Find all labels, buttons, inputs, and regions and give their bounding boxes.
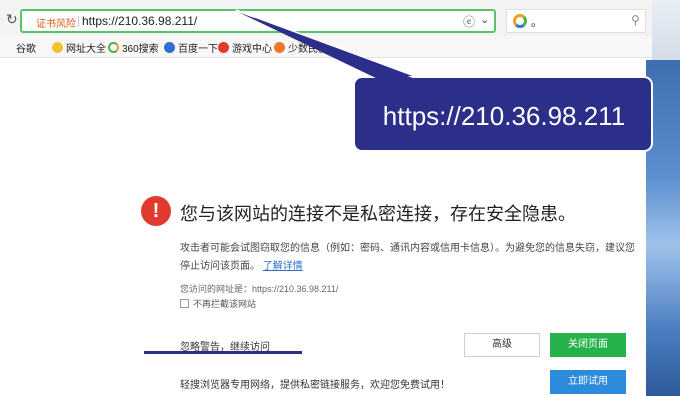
dont-block-label: 不再拦截该网站 bbox=[193, 299, 257, 309]
bookmark-label: 网址大全 bbox=[66, 43, 106, 55]
url-text[interactable]: https://210.36.98.211/ bbox=[82, 14, 197, 28]
visited-url-text: 您访问的网址是：https://210.36.98.211/ bbox=[180, 284, 339, 294]
desktop-background-top bbox=[652, 0, 680, 60]
close-page-button[interactable]: 关闭页面 bbox=[550, 333, 626, 357]
warning-description: 攻击者可能会试图窃取您的信息（例如：密码、通讯内容或信用卡信息）。为避免您的信息… bbox=[180, 240, 642, 276]
warning-icon: ! bbox=[141, 196, 171, 226]
callout-text: https://210.36.98.211 bbox=[382, 101, 626, 131]
refresh-icon[interactable]: ↻ bbox=[6, 11, 18, 28]
annotation-underline bbox=[144, 351, 302, 354]
dont-block-checkbox-row[interactable]: 不再拦截该网站 bbox=[180, 297, 256, 310]
360-icon bbox=[108, 41, 119, 53]
desktop-background bbox=[646, 60, 680, 396]
bookmark-item[interactable]: 游戏中心 bbox=[218, 39, 272, 55]
bookmark-item[interactable]: 百度一下 bbox=[164, 39, 218, 55]
dont-block-checkbox[interactable] bbox=[180, 299, 189, 308]
compat-mode-icon[interactable]: ⓔ bbox=[463, 13, 475, 30]
bookmark-item[interactable]: 谷歌 bbox=[16, 39, 36, 109]
search-engine-logo-icon[interactable] bbox=[513, 14, 527, 28]
paw-icon bbox=[164, 41, 175, 53]
search-input[interactable]: 。 ⚲ bbox=[506, 9, 646, 33]
address-separator bbox=[78, 16, 79, 27]
bookmark-label: 360搜索 bbox=[122, 43, 159, 55]
browser-toolbar: ↻ 证书风险 https://210.36.98.211/ ⓔ ⌄ 。 ⚲ bbox=[0, 0, 652, 36]
bookmark-item[interactable]: 360搜索 bbox=[108, 39, 159, 55]
try-now-button[interactable]: 立即试用 bbox=[550, 370, 626, 394]
bookmark-item[interactable]: 网址大全 bbox=[52, 39, 106, 55]
bookmark-item[interactable]: 少数民族 bbox=[274, 39, 328, 55]
game-icon bbox=[218, 41, 229, 53]
bookmark-label: 少数民族 bbox=[288, 43, 328, 55]
learn-more-link[interactable]: 了解详情 bbox=[263, 261, 303, 272]
bookmark-label: 游戏中心 bbox=[232, 43, 272, 55]
address-bar[interactable]: 证书风险 https://210.36.98.211/ ⓔ ⌄ bbox=[20, 9, 496, 33]
bookmark-label: 百度一下 bbox=[178, 43, 218, 55]
star-icon bbox=[52, 41, 63, 53]
bookmark-label: 谷歌 bbox=[16, 43, 36, 55]
warning-headline: 您与该网站的连接不是私密连接，存在安全隐患。 bbox=[180, 204, 576, 224]
promo-text: 轻搜浏览器专用网络，提供私密链接服务，欢迎您免费试用！ bbox=[180, 380, 450, 391]
warning-description-text: 攻击者可能会试图窃取您的信息（例如：密码、通讯内容或信用卡信息）。为避免您的信息… bbox=[180, 243, 635, 272]
search-text: 。 bbox=[531, 15, 544, 29]
search-icon[interactable]: ⚲ bbox=[631, 13, 640, 27]
globe-icon bbox=[274, 41, 285, 53]
chevron-down-icon[interactable]: ⌄ bbox=[480, 13, 489, 26]
advanced-button[interactable]: 高级 bbox=[464, 333, 540, 357]
bookmarks-bar: 谷歌 网址大全 360搜索 百度一下 游戏中心 少数民族 bbox=[0, 36, 652, 109]
certificate-risk-label[interactable]: 证书风险 bbox=[36, 15, 76, 30]
